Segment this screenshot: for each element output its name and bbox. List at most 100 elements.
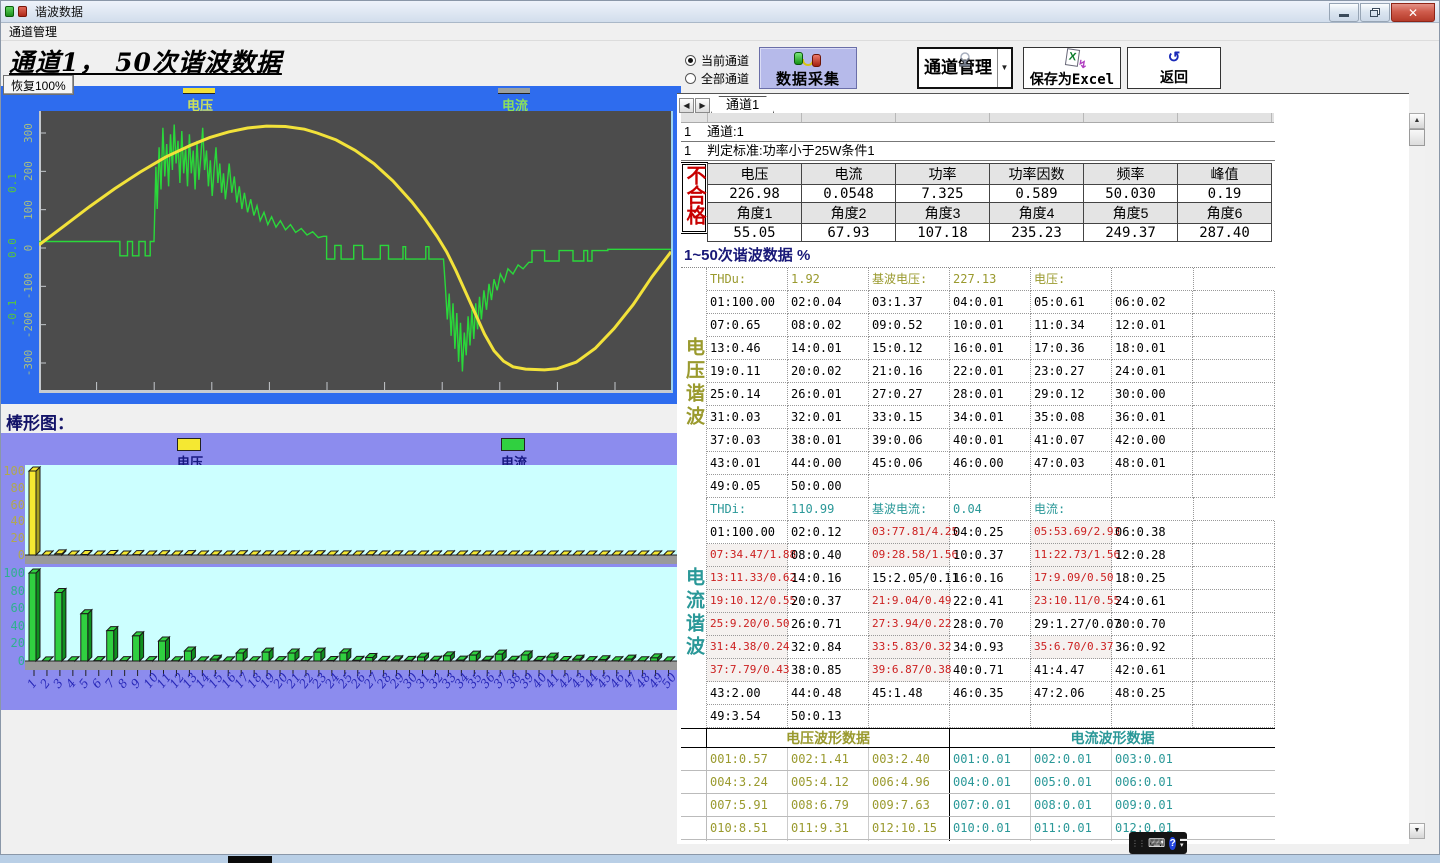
harmonic-cell: 13:11.33/0.62	[707, 567, 788, 590]
bar-y-tick-current: 0	[1, 654, 25, 668]
current-waveform-cell: 002:0.01	[1031, 748, 1112, 770]
harmonic-cell: 27:0.27	[869, 383, 950, 406]
radio-current-channel-control[interactable]	[685, 55, 696, 66]
vertical-scrollbar[interactable]: ▲ ▼	[1409, 113, 1425, 839]
bar-y-tick-current: 40	[1, 619, 25, 633]
channel-manage-dropdown[interactable]: ▼	[997, 49, 1011, 87]
current-harmonics: 电流谐波THDi:110.99基波电流:0.04电流:01:100.0002:0…	[681, 498, 1275, 728]
scrollbar-thumb[interactable]	[1409, 129, 1425, 146]
filler-cell	[1194, 268, 1275, 291]
tab-channel-1[interactable]: 通道1	[711, 96, 774, 113]
harmonic-cell: 06:0.02	[1112, 291, 1193, 314]
bar	[29, 569, 40, 661]
bar	[55, 589, 66, 661]
harmonic-row: 01:100.0002:0.0403:1.3704:0.0105:0.6106:…	[707, 291, 1275, 314]
summary-value-cell: 55.05	[708, 224, 802, 242]
restore-100-button[interactable]: 恢复100%	[3, 75, 74, 95]
acquire-data-button[interactable]: 数据采集	[759, 47, 857, 89]
grip-handle[interactable]: ⋮⋮	[1131, 839, 1145, 848]
tab-strip: ◀ ▶ 通道1	[679, 95, 774, 113]
filler-cell	[1193, 383, 1275, 406]
summary-table: 电压电流功率功率因数频率峰值226.980.05487.3250.58950.0…	[707, 163, 1272, 242]
harmonic-cell: 32:0.84	[788, 636, 869, 659]
bar-y-tick-current: 20	[1, 636, 25, 650]
close-button[interactable]: ✕	[1391, 3, 1435, 22]
summary-value-cell: 226.98	[708, 185, 802, 203]
summary-value-cell: 107.18	[896, 224, 990, 242]
harmonic-cell: 20:0.37	[788, 590, 869, 613]
save-excel-button[interactable]: X↯ 保存为Excel	[1023, 47, 1121, 89]
bar	[184, 647, 195, 661]
summary-value-cell: 0.589	[990, 185, 1084, 203]
harmonic-header-cell: 电压:	[1031, 268, 1112, 291]
radio-all-channels[interactable]: 全部通道	[685, 70, 749, 87]
summary-header-cell: 电流	[802, 164, 896, 185]
harmonic-cell: 47:0.03	[1031, 452, 1112, 475]
row-text: 判定标准:功率小于25W条件1	[707, 142, 875, 160]
summary-header-cell: 角度1	[708, 203, 802, 224]
minimize-button[interactable]	[1329, 3, 1359, 22]
harmonic-cell	[950, 475, 1031, 498]
harmonics-section-title: 1~50次谐波数据 %	[681, 244, 1275, 268]
radio-all-channels-control[interactable]	[685, 73, 696, 84]
voltage-harmonics: 电压谐波THDu:1.92基波电压:227.13电压:01:100.0002:0…	[681, 268, 1275, 498]
voltage-waveform-cell: 014:11.87	[788, 840, 869, 841]
voltage-harmonics-rows: THDu:1.92基波电压:227.13电压:01:100.0002:0.040…	[707, 268, 1275, 498]
excel-icon: X↯	[1024, 49, 1120, 69]
back-button[interactable]: ↺ 返回	[1127, 47, 1221, 89]
harmonic-cell: 26:0.71	[788, 613, 869, 636]
filler-cell	[1193, 406, 1275, 429]
harmonic-header-cell: 电流:	[1031, 498, 1112, 521]
current-waveform-cell: 009:0.01	[1112, 794, 1275, 816]
y-tick-voltage: 300	[22, 114, 34, 152]
harmonic-cell: 01:100.00	[707, 291, 788, 314]
radio-current-channel[interactable]: 当前通道	[685, 52, 749, 69]
current-waveform-cell: 004:0.01	[950, 771, 1031, 793]
tab-scroll-right[interactable]: ▶	[695, 98, 710, 113]
harmonic-cell: 34:0.93	[950, 636, 1031, 659]
filler-cell	[1193, 613, 1275, 636]
harmonic-cell: 03:1.37	[869, 291, 950, 314]
options-icon[interactable]: ▬▾	[1180, 837, 1187, 849]
help-icon[interactable]: ?	[1169, 837, 1176, 850]
scroll-down-button[interactable]: ▼	[1409, 823, 1425, 839]
tab-scroll-left[interactable]: ◀	[679, 98, 694, 113]
harmonic-cell: 43:0.01	[707, 452, 788, 475]
harmonic-cell: 06:0.38	[1112, 521, 1193, 544]
menu-channel-manage[interactable]: 通道管理	[1, 23, 65, 40]
channel-manage-button[interactable]: 通道管理 ▼	[917, 47, 1013, 89]
app-icon	[5, 6, 14, 17]
waveform-chart-panel: 电压 电流 3002001000-100-200-3000.10.0-0.1	[1, 86, 681, 404]
waveform-row: 001:0.57002:1.41003:2.40001:0.01002:0.01…	[681, 748, 1275, 771]
voltage-harmonics-side: 电压谐波	[681, 268, 707, 498]
bar	[340, 649, 351, 661]
current-legend-swatch	[498, 88, 530, 94]
harmonic-row: 37:0.0338:0.0139:0.0640:0.0141:0.0742:0.…	[707, 429, 1275, 452]
keyboard-icon[interactable]: ⌨	[1148, 836, 1165, 850]
harmonic-header-cell	[1112, 498, 1194, 521]
summary-value-cell: 67.93	[802, 224, 896, 242]
harmonic-cell: 22:0.41	[950, 590, 1031, 613]
harmonic-cell: 13:0.46	[707, 337, 788, 360]
data-grid[interactable]: 1通道:11判定标准:功率小于25W条件1不合格电压电流功率功率因数频率峰值22…	[681, 123, 1275, 841]
harmonic-cell: 38:0.85	[788, 659, 869, 682]
bar	[159, 637, 170, 661]
harmonic-cell: 09:0.52	[869, 314, 950, 337]
filler-cell	[1193, 337, 1275, 360]
channel-row: 1通道:1	[681, 123, 1275, 142]
harmonic-cell: 19:0.11	[707, 360, 788, 383]
harmonic-cell: 04:0.01	[950, 291, 1031, 314]
harmonic-cell: 45:0.06	[869, 452, 950, 475]
app-icon-2	[18, 6, 27, 17]
harmonic-header-cell: THDu:	[707, 268, 788, 291]
bar	[288, 649, 299, 661]
filler-cell	[1193, 659, 1275, 682]
scroll-up-button[interactable]: ▲	[1409, 113, 1425, 129]
bar	[236, 649, 247, 661]
harmonic-cell	[869, 475, 950, 498]
harmonic-header-cell: 0.04	[950, 498, 1031, 521]
harmonic-cell	[1031, 475, 1112, 498]
restore-window-button[interactable]	[1360, 3, 1390, 22]
harmonic-cell: 23:0.27	[1031, 360, 1112, 383]
y-tick-voltage: -100	[22, 267, 34, 305]
